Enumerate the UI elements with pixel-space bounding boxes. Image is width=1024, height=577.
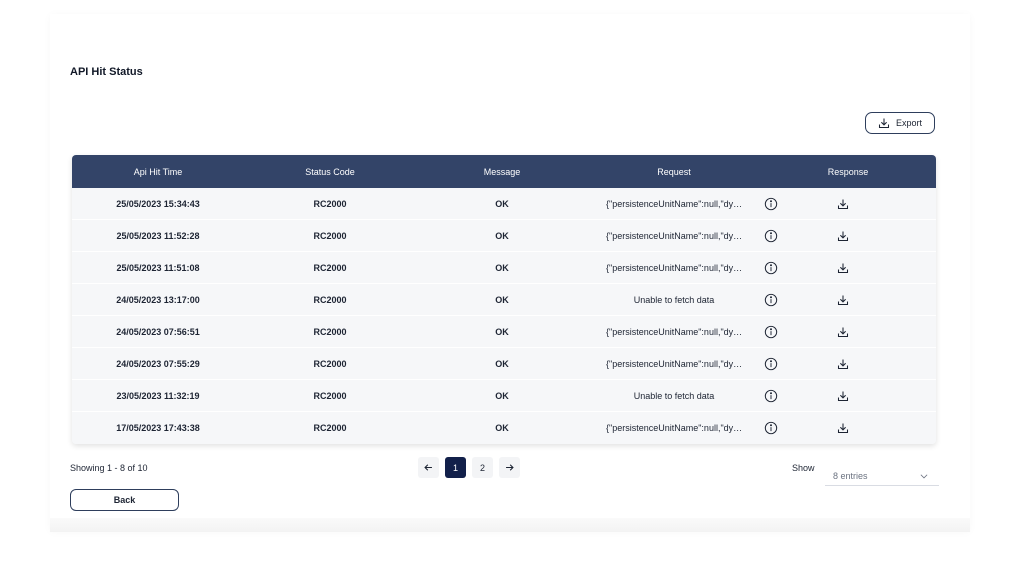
panel-footer-edge (50, 518, 970, 532)
cell-api-hit-time: 25/05/2023 15:34:43 (116, 198, 200, 209)
show-label: Show (792, 463, 815, 473)
arrow-right-icon (506, 464, 514, 471)
cell-message: OK (495, 198, 509, 209)
pagination-summary: Showing 1 - 8 of 10 (70, 463, 148, 473)
cell-status-code: RC2000 (313, 294, 347, 305)
info-icon[interactable] (764, 293, 778, 307)
cell-response (760, 390, 936, 402)
cell-message: OK (495, 230, 509, 241)
table-row: 25/05/2023 11:52:28 RC2000 OK {"persistence… (72, 220, 936, 252)
download-response-icon[interactable] (837, 262, 849, 274)
cell-api-hit-time: 24/05/2023 07:56:51 (116, 326, 200, 337)
cell-message: OK (495, 423, 509, 433)
back-button[interactable]: Back (70, 489, 179, 511)
info-icon[interactable] (764, 389, 778, 403)
next-page-button[interactable] (499, 457, 520, 478)
table-row: 17/05/2023 17:43:38 RC2000 OK {"persistence… (72, 412, 936, 444)
cell-status-code: RC2000 (313, 423, 347, 433)
page-button-2[interactable]: 2 (472, 457, 493, 478)
request-text: {"persistenceUnitName":null,"dynami... (606, 423, 744, 433)
cell-api-hit-time: 25/05/2023 11:51:08 (116, 262, 200, 273)
table-row: 23/05/2023 11:32:19 RC2000 OK Unable to fet… (72, 380, 936, 412)
info-icon[interactable] (764, 197, 778, 211)
download-response-icon[interactable] (837, 390, 849, 402)
table-header: Api Hit Time Status Code Message Request… (72, 155, 936, 188)
cell-message: OK (495, 262, 509, 273)
pagination: 1 2 (418, 457, 520, 478)
download-response-icon[interactable] (837, 230, 849, 242)
info-icon[interactable] (764, 421, 778, 435)
cell-response (760, 422, 936, 434)
page-button-1[interactable]: 1 (445, 457, 466, 478)
info-icon[interactable] (764, 261, 778, 275)
column-header-response: Response (827, 166, 869, 177)
export-label: Export (895, 118, 922, 128)
request-text: Unable to fetch data (633, 294, 715, 305)
entries-value: 8 entries (833, 470, 868, 481)
cell-status-code: RC2000 (313, 358, 347, 369)
download-icon (878, 118, 890, 129)
api-hit-table: Api Hit Time Status Code Message Request… (72, 155, 936, 444)
table-row: 24/05/2023 07:55:29 RC2000 OK {"persistence… (72, 348, 936, 380)
entries-per-page-select[interactable]: 8 entries (825, 466, 939, 486)
download-response-icon[interactable] (837, 294, 849, 306)
cell-message: OK (495, 294, 509, 305)
request-text: {"persistenceUnitName":null,"dynami... (606, 198, 744, 209)
column-header-status-code: Status Code (305, 166, 355, 177)
request-text: {"persistenceUnitName":null,"dynami... (606, 230, 744, 241)
table-body: 25/05/2023 15:34:43 RC2000 OK {"persistence… (72, 188, 936, 444)
prev-page-button[interactable] (418, 457, 439, 478)
cell-response (760, 198, 936, 210)
cell-response (760, 262, 936, 274)
cell-message: OK (495, 358, 509, 369)
chevron-down-icon (920, 473, 928, 478)
table-row: 24/05/2023 13:17:00 RC2000 OK Unable to fet… (72, 284, 936, 316)
table-row: 24/05/2023 07:56:51 RC2000 OK {"persistence… (72, 316, 936, 348)
page-title: API Hit Status (70, 66, 143, 78)
cell-status-code: RC2000 (313, 326, 347, 337)
cell-message: OK (495, 326, 509, 337)
cell-response (760, 294, 936, 306)
arrow-left-icon (424, 464, 432, 471)
table-row: 25/05/2023 11:51:08 RC2000 OK {"persistence… (72, 252, 936, 284)
cell-api-hit-time: 25/05/2023 11:52:28 (116, 230, 200, 241)
cell-api-hit-time: 23/05/2023 11:32:19 (116, 390, 200, 401)
column-header-api-hit-time: Api Hit Time (133, 166, 183, 177)
download-response-icon[interactable] (837, 422, 849, 434)
download-response-icon[interactable] (837, 326, 849, 338)
table-row: 25/05/2023 15:34:43 RC2000 OK {"persistence… (72, 188, 936, 220)
cell-message: OK (495, 390, 509, 401)
info-icon[interactable] (764, 325, 778, 339)
cell-api-hit-time: 17/05/2023 17:43:38 (116, 423, 200, 433)
column-header-message: Message (483, 166, 521, 177)
cell-response (760, 326, 936, 338)
cell-response (760, 358, 936, 370)
request-text: {"persistenceUnitName":null,"dynami... (606, 326, 744, 337)
cell-status-code: RC2000 (313, 198, 347, 209)
cell-status-code: RC2000 (313, 390, 347, 401)
download-response-icon[interactable] (837, 198, 849, 210)
info-icon[interactable] (764, 357, 778, 371)
cell-response (760, 230, 936, 242)
export-button[interactable]: Export (865, 112, 935, 134)
download-response-icon[interactable] (837, 358, 849, 370)
request-text: {"persistenceUnitName":null,"dynami... (606, 262, 744, 273)
column-header-request: Request (657, 166, 691, 177)
cell-status-code: RC2000 (313, 262, 347, 273)
cell-status-code: RC2000 (313, 230, 347, 241)
info-icon[interactable] (764, 229, 778, 243)
cell-api-hit-time: 24/05/2023 07:55:29 (116, 358, 200, 369)
request-text: Unable to fetch data (633, 390, 715, 401)
request-text: {"persistenceUnitName":null,"dynami... (606, 358, 744, 369)
cell-api-hit-time: 24/05/2023 13:17:00 (116, 294, 200, 305)
